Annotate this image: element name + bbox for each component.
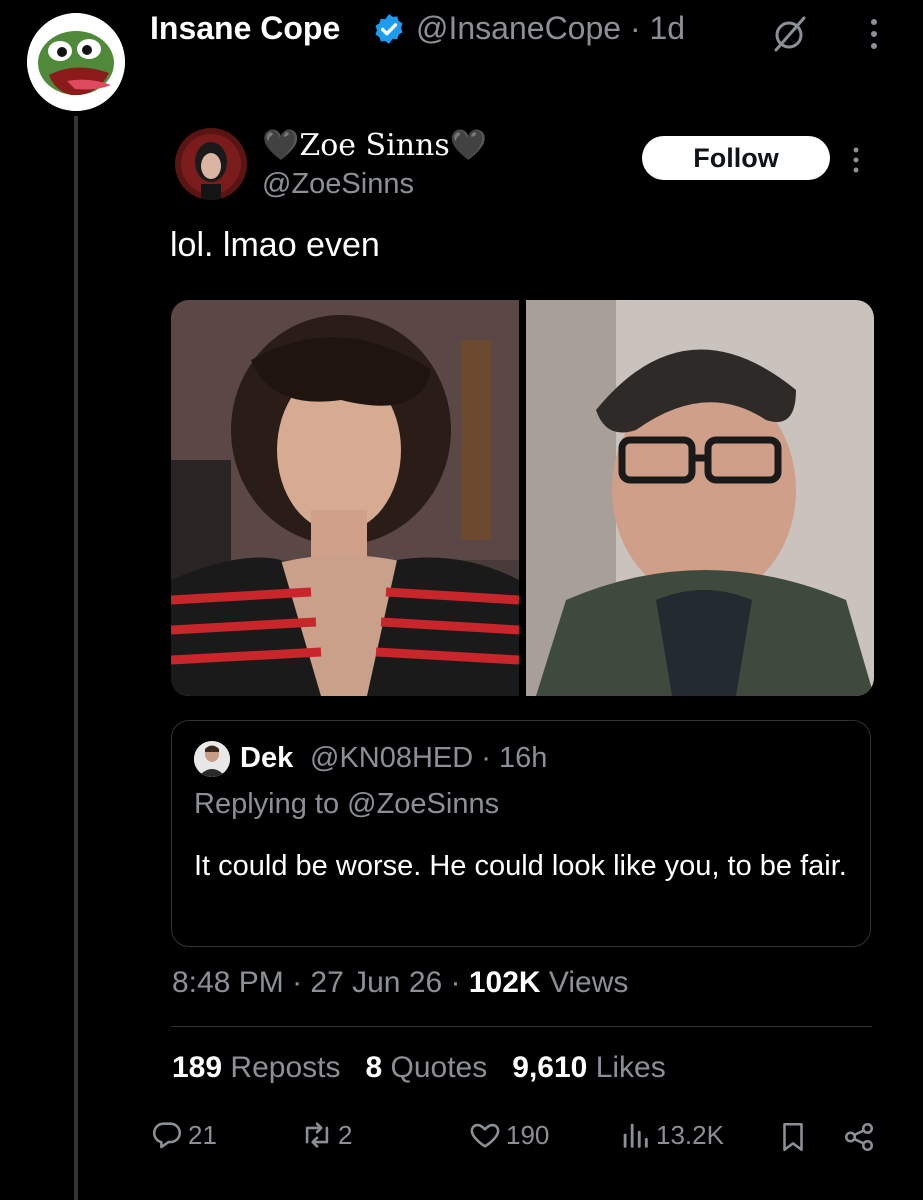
divider bbox=[171, 1026, 872, 1027]
author-handle[interactable]: @ZoeSinns bbox=[262, 168, 414, 201]
outer-display-name[interactable]: Insane Cope bbox=[150, 10, 340, 47]
follow-button[interactable]: Follow bbox=[642, 136, 830, 180]
reply-count: 21 bbox=[188, 1119, 217, 1150]
repost-count: 2 bbox=[338, 1119, 353, 1150]
reposts-stat[interactable]: 189 Reposts bbox=[172, 1051, 340, 1084]
reply-author-handle-time[interactable]: @KN08HED · 16h bbox=[310, 742, 547, 775]
reply-author-name[interactable]: Dek bbox=[240, 742, 293, 775]
replying-to[interactable]: Replying to @ZoeSinns bbox=[194, 788, 499, 821]
reposts-stat-label: Reposts bbox=[230, 1051, 341, 1084]
reposts-stat-count: 189 bbox=[172, 1051, 223, 1084]
likes-stat-label: Likes bbox=[595, 1051, 666, 1084]
likes-stat-count: 9,610 bbox=[512, 1051, 588, 1084]
reply-icon bbox=[152, 1122, 182, 1149]
tweet-date[interactable]: 27 Jun 26 bbox=[310, 966, 442, 999]
repost-icon bbox=[305, 1122, 329, 1148]
verified-badge-icon bbox=[375, 14, 403, 44]
engagement-stats: 189 Reposts 8 Quotes 9,610 Likes bbox=[172, 1051, 666, 1085]
tweet-photo-man[interactable] bbox=[526, 300, 874, 696]
reply-button[interactable]: 21 bbox=[150, 1118, 217, 1152]
views-label: Views bbox=[548, 966, 629, 999]
likes-stat[interactable]: 9,610 Likes bbox=[512, 1051, 665, 1084]
views-action-count: 13.2K bbox=[656, 1119, 724, 1150]
like-icon bbox=[470, 1123, 500, 1148]
grok-icon[interactable] bbox=[770, 14, 810, 54]
author-display-name[interactable]: 🖤Zoe Sinns🖤 bbox=[262, 128, 487, 163]
bookmark-icon[interactable] bbox=[776, 1120, 810, 1154]
quotes-stat[interactable]: 8 Quotes bbox=[365, 1051, 487, 1084]
like-button[interactable]: 190 bbox=[468, 1118, 549, 1152]
views-icon bbox=[623, 1123, 648, 1148]
views-button[interactable]: 13.2K bbox=[618, 1118, 724, 1152]
quotes-stat-count: 8 bbox=[365, 1051, 383, 1084]
reply-author-avatar[interactable] bbox=[194, 741, 230, 777]
more-options-icon[interactable] bbox=[862, 14, 886, 54]
author-avatar[interactable] bbox=[175, 128, 247, 200]
tweet-time[interactable]: 8:48 PM bbox=[172, 966, 284, 999]
views-count: 102K bbox=[468, 966, 541, 999]
repost-button[interactable]: 2 bbox=[300, 1118, 352, 1152]
tweet-text: lol. lmao even bbox=[170, 226, 380, 264]
thread-line bbox=[74, 116, 78, 1200]
tweet-more-icon[interactable] bbox=[848, 144, 864, 176]
like-count: 190 bbox=[506, 1119, 550, 1150]
share-icon[interactable] bbox=[842, 1120, 876, 1154]
quotes-stat-label: Quotes bbox=[390, 1051, 488, 1084]
outer-handle-time[interactable]: @InsaneCope · 1d bbox=[416, 10, 685, 47]
outer-avatar[interactable] bbox=[27, 13, 125, 111]
reply-text: It could be worse. He could look like yo… bbox=[194, 850, 847, 882]
tweet-photo-woman[interactable] bbox=[171, 300, 519, 696]
tweet-meta: 8:48 PM · 27 Jun 26 · 102K Views bbox=[172, 966, 629, 999]
